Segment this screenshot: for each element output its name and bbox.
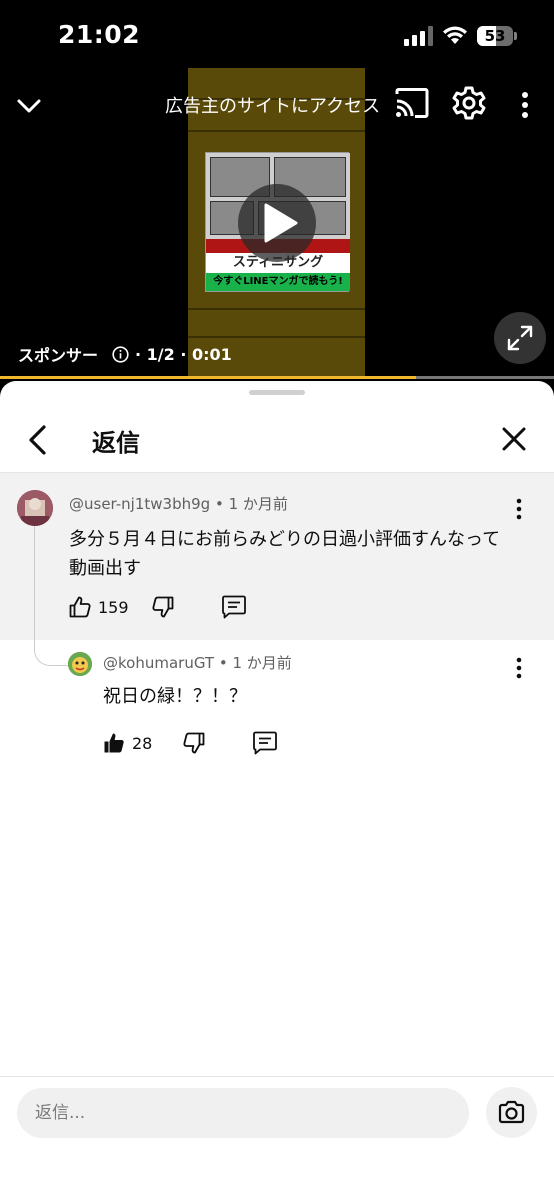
sponsor-info: スポンサー · 1/2 · 0:01 — [18, 342, 232, 366]
comment-author[interactable]: @kohumaruGT — [103, 654, 214, 672]
input-divider — [0, 1076, 554, 1077]
like-icon-filled[interactable] — [102, 731, 126, 755]
sheet-title: 返信 — [92, 429, 140, 457]
battery-icon: 53 — [477, 26, 517, 46]
camera-button[interactable] — [486, 1087, 537, 1138]
reply-comment-icon[interactable] — [221, 595, 247, 619]
comment-more-vert-icon[interactable] — [512, 656, 526, 680]
dislike-icon[interactable] — [182, 731, 206, 755]
comment-text: 多分５月４日にお前らみどりの日過小評価すんなって 動画出す — [69, 525, 500, 583]
sponsor-label: スポンサー — [18, 346, 99, 365]
meta-separator: • — [214, 495, 229, 513]
like-icon[interactable] — [68, 595, 92, 619]
comment-meta: @kohumaruGT • 1 か月前 — [103, 652, 292, 673]
avatar-image — [17, 490, 53, 526]
status-time: 21:02 — [58, 20, 141, 49]
comment-time: 1 か月前 — [232, 654, 292, 672]
avatar[interactable] — [17, 490, 53, 526]
replies-sheet: 返信 @user-nj1tw3bh9g • 1 か月前 多分５月４日にお前らみど… — [0, 381, 554, 1199]
chevron-down-icon[interactable] — [16, 92, 42, 118]
gear-icon[interactable] — [452, 86, 486, 120]
like-count: 159 — [98, 597, 129, 617]
reply-comment: @kohumaruGT • 1 か月前 祝日の緑！？！？ 28 — [0, 640, 554, 780]
play-icon — [264, 203, 298, 243]
comment-meta: @user-nj1tw3bh9g • 1 か月前 — [69, 493, 288, 514]
cast-icon[interactable] — [395, 88, 429, 118]
ad-position: · 1/2 · 0:01 — [135, 344, 232, 364]
ad-creative-banner: 今すぐLINEマンガで読もう! — [206, 273, 350, 291]
comment-author[interactable]: @user-nj1tw3bh9g — [69, 495, 210, 513]
parent-comment: @user-nj1tw3bh9g • 1 か月前 多分５月４日にお前らみどりの日… — [0, 473, 554, 640]
battery-percentage: 53 — [484, 27, 506, 45]
sheet-header: 返信 — [0, 409, 554, 471]
reply-comment-icon[interactable] — [252, 731, 278, 755]
advertiser-site-link[interactable]: 広告主のサイトにアクセス — [165, 92, 380, 118]
meta-separator: • — [218, 654, 233, 672]
camera-icon — [498, 1100, 525, 1124]
signal-icon — [404, 26, 433, 46]
comment-actions: 159 — [68, 595, 247, 619]
avatar-image — [68, 652, 92, 676]
video-player[interactable]: スティニサング 今すぐLINEマンガで読もう! 広告主のサイトにアクセス スポン… — [0, 68, 554, 379]
ad-progress-bar — [0, 376, 554, 379]
close-icon[interactable] — [500, 425, 528, 453]
ad-progress-fill — [0, 376, 416, 379]
reply-input[interactable] — [17, 1088, 469, 1138]
avatar[interactable] — [68, 652, 92, 676]
comment-actions: 28 — [102, 731, 278, 755]
fullscreen-icon — [507, 325, 533, 351]
dislike-icon[interactable] — [151, 595, 175, 619]
comment-text-line: 多分５月４日にお前らみどりの日過小評価すんなって — [69, 529, 501, 550]
comment-text-line: 動画出す — [69, 558, 141, 579]
fullscreen-button[interactable] — [494, 312, 546, 364]
comment-more-vert-icon[interactable] — [512, 497, 526, 521]
more-vert-icon[interactable] — [514, 90, 536, 120]
wifi-icon — [443, 26, 467, 44]
play-button[interactable] — [238, 184, 316, 262]
info-icon[interactable] — [112, 345, 129, 363]
back-arrow-icon[interactable] — [24, 423, 52, 457]
status-bar: 21:02 53 — [0, 0, 554, 68]
like-count: 28 — [132, 733, 153, 753]
comment-time: 1 か月前 — [228, 495, 288, 513]
comment-text: 祝日の緑！？！？ — [103, 686, 247, 707]
drag-handle[interactable] — [249, 390, 305, 395]
